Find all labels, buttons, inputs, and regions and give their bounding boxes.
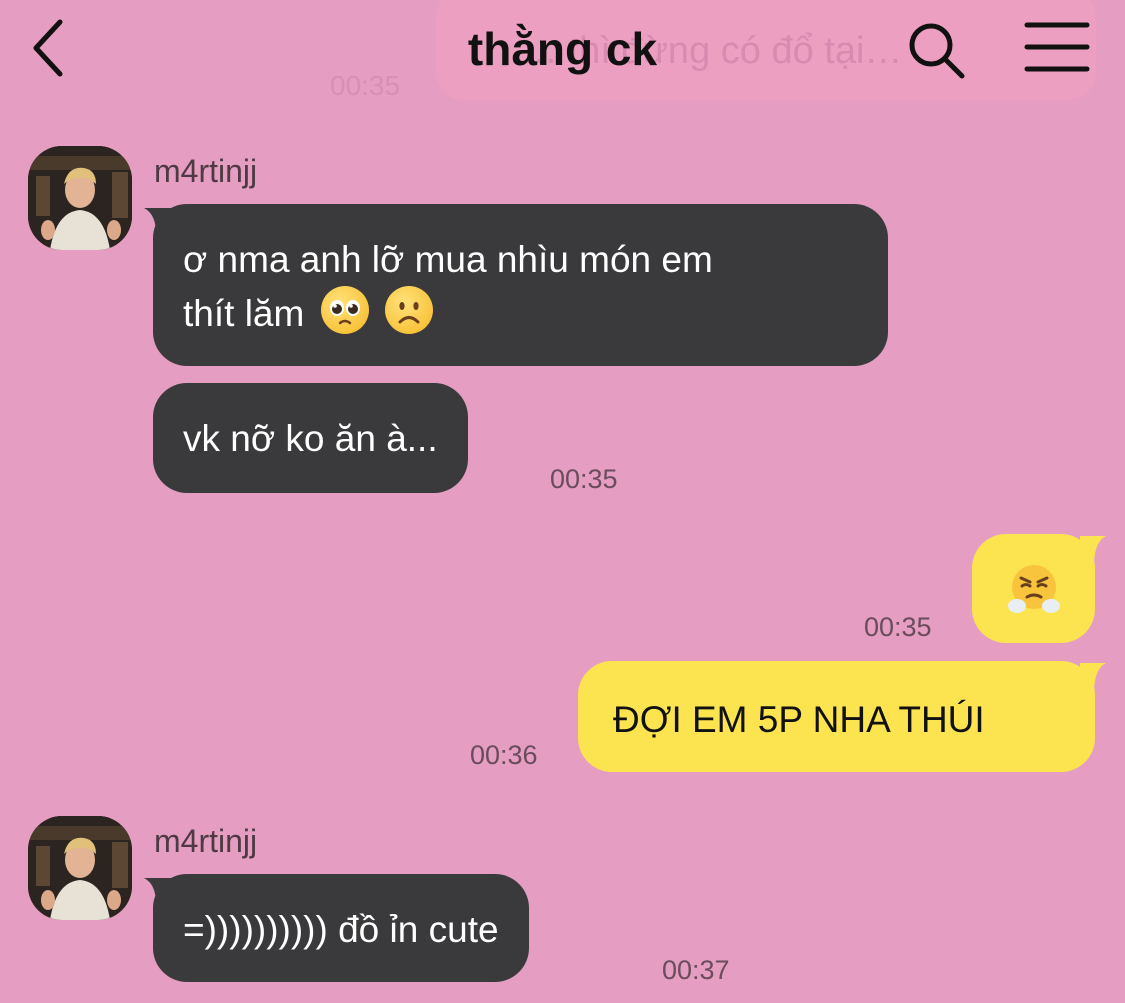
pleading-face-icon xyxy=(320,286,369,334)
menu-icon xyxy=(1024,22,1090,72)
bubble-tail xyxy=(1080,663,1106,693)
avatar-photo xyxy=(28,816,132,920)
message-text: ĐỢI EM 5P NHA THÚI xyxy=(613,699,985,740)
message-text: ơ nma anh lỡ mua nhìu món em xyxy=(183,239,713,280)
message-bubble[interactable]: ĐỢI EM 5P NHA THÚI xyxy=(578,661,1095,772)
search-icon xyxy=(909,23,965,79)
message-time: 00:35 xyxy=(550,464,618,494)
bubble-tail xyxy=(1080,536,1106,566)
message-time: 00:35 xyxy=(864,612,932,642)
avatar[interactable] xyxy=(28,816,132,920)
sender-name: m4rtinjj xyxy=(154,153,258,189)
frowning-face-icon xyxy=(384,286,433,334)
avatar-photo xyxy=(28,146,132,250)
message-time: 00:37 xyxy=(662,955,730,985)
message-text-line2: thít lăm xyxy=(183,286,858,340)
message-time: 00:36 xyxy=(470,740,538,770)
message-bubble[interactable]: =)))))))))) đồ ỉn cute xyxy=(153,874,529,982)
face-with-steam-from-nose-icon xyxy=(1007,562,1061,616)
avatar[interactable] xyxy=(28,146,132,250)
message-text: =)))))))))) đồ ỉn cute xyxy=(183,909,499,950)
sender-name: m4rtinjj xyxy=(154,823,258,859)
message-bubble[interactable]: ơ nma anh lỡ mua nhìu món em thít lăm xyxy=(153,204,888,366)
search-button[interactable] xyxy=(904,18,968,82)
message-text: vk nỡ ko ăn à... xyxy=(183,418,438,459)
menu-button[interactable] xyxy=(1024,20,1090,74)
message-bubble[interactable]: vk nỡ ko ăn à... xyxy=(153,383,468,493)
message-text: thít lăm xyxy=(183,293,305,334)
message-bubble[interactable] xyxy=(972,534,1095,643)
